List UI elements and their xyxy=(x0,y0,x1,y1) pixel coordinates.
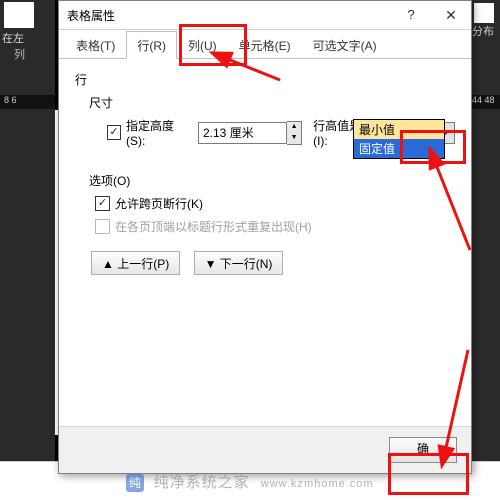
tab-column[interactable]: 列(U) xyxy=(177,31,228,59)
ribbon-insert-left-label: 在左 xyxy=(2,30,55,46)
height-spinner[interactable]: ▲▼ xyxy=(287,121,302,145)
tab-row[interactable]: 行(R) xyxy=(126,31,177,59)
dialog-footer: 确 xyxy=(59,426,471,473)
spinner-down-icon[interactable]: ▼ xyxy=(287,133,301,144)
table-properties-dialog: 表格属性 ? ✕ 表格(T) 行(R) 列(U) 单元格(E) 可选文字(A) … xyxy=(58,0,472,474)
ruler-right: 44 48 xyxy=(470,95,500,109)
allow-break-label: 允许跨页断行(K) xyxy=(115,195,203,212)
specify-height-label: 指定高度(S): xyxy=(126,117,188,148)
dropdown-option-min[interactable]: 最小值 xyxy=(354,120,444,139)
ribbon-insert-icon xyxy=(4,2,34,28)
tab-table[interactable]: 表格(T) xyxy=(65,31,126,59)
tab-alt-text[interactable]: 可选文字(A) xyxy=(302,31,388,59)
spinner-up-icon[interactable]: ▲ xyxy=(287,122,301,133)
titlebar: 表格属性 ? ✕ xyxy=(59,1,471,30)
dialog-title: 表格属性 xyxy=(59,7,391,24)
help-button[interactable]: ? xyxy=(391,1,431,29)
ribbon-distribute-icon xyxy=(474,3,494,23)
section-row-label: 行 xyxy=(75,71,455,88)
next-row-button[interactable]: ▼ 下一行(N) xyxy=(194,251,284,275)
height-input[interactable]: 2.13 厘米 xyxy=(198,122,287,144)
ribbon-distribute-label: 分布 xyxy=(472,23,500,39)
close-button[interactable]: ✕ xyxy=(431,1,471,29)
repeat-header-label: 在各页顶端以标题行形式重复出现(H) xyxy=(115,218,312,235)
allow-break-checkbox[interactable] xyxy=(95,196,110,211)
height-value: 2.13 厘米 xyxy=(203,124,254,141)
ok-button[interactable]: 确 xyxy=(389,437,457,463)
ruler-left: 8 6 xyxy=(0,95,55,109)
ribbon-col-label: 列 xyxy=(14,46,55,62)
dialog-body: 行 尺寸 指定高度(S): 2.13 厘米 ▲▼ 行高值是(I): 固定值 ▼ … xyxy=(59,59,471,429)
tab-strip: 表格(T) 行(R) 列(U) 单元格(E) 可选文字(A) xyxy=(59,30,471,59)
specify-height-checkbox[interactable] xyxy=(107,125,121,140)
section-options-label: 选项(O) xyxy=(89,172,455,189)
dropdown-option-fixed[interactable]: 固定值 xyxy=(354,139,444,158)
prev-row-button[interactable]: ▲ 上一行(P) xyxy=(91,251,180,275)
tab-cell[interactable]: 单元格(E) xyxy=(228,31,302,59)
row-height-dropdown: 最小值 固定值 xyxy=(353,119,445,159)
section-size-label: 尺寸 xyxy=(89,94,455,111)
repeat-header-checkbox xyxy=(95,219,110,234)
